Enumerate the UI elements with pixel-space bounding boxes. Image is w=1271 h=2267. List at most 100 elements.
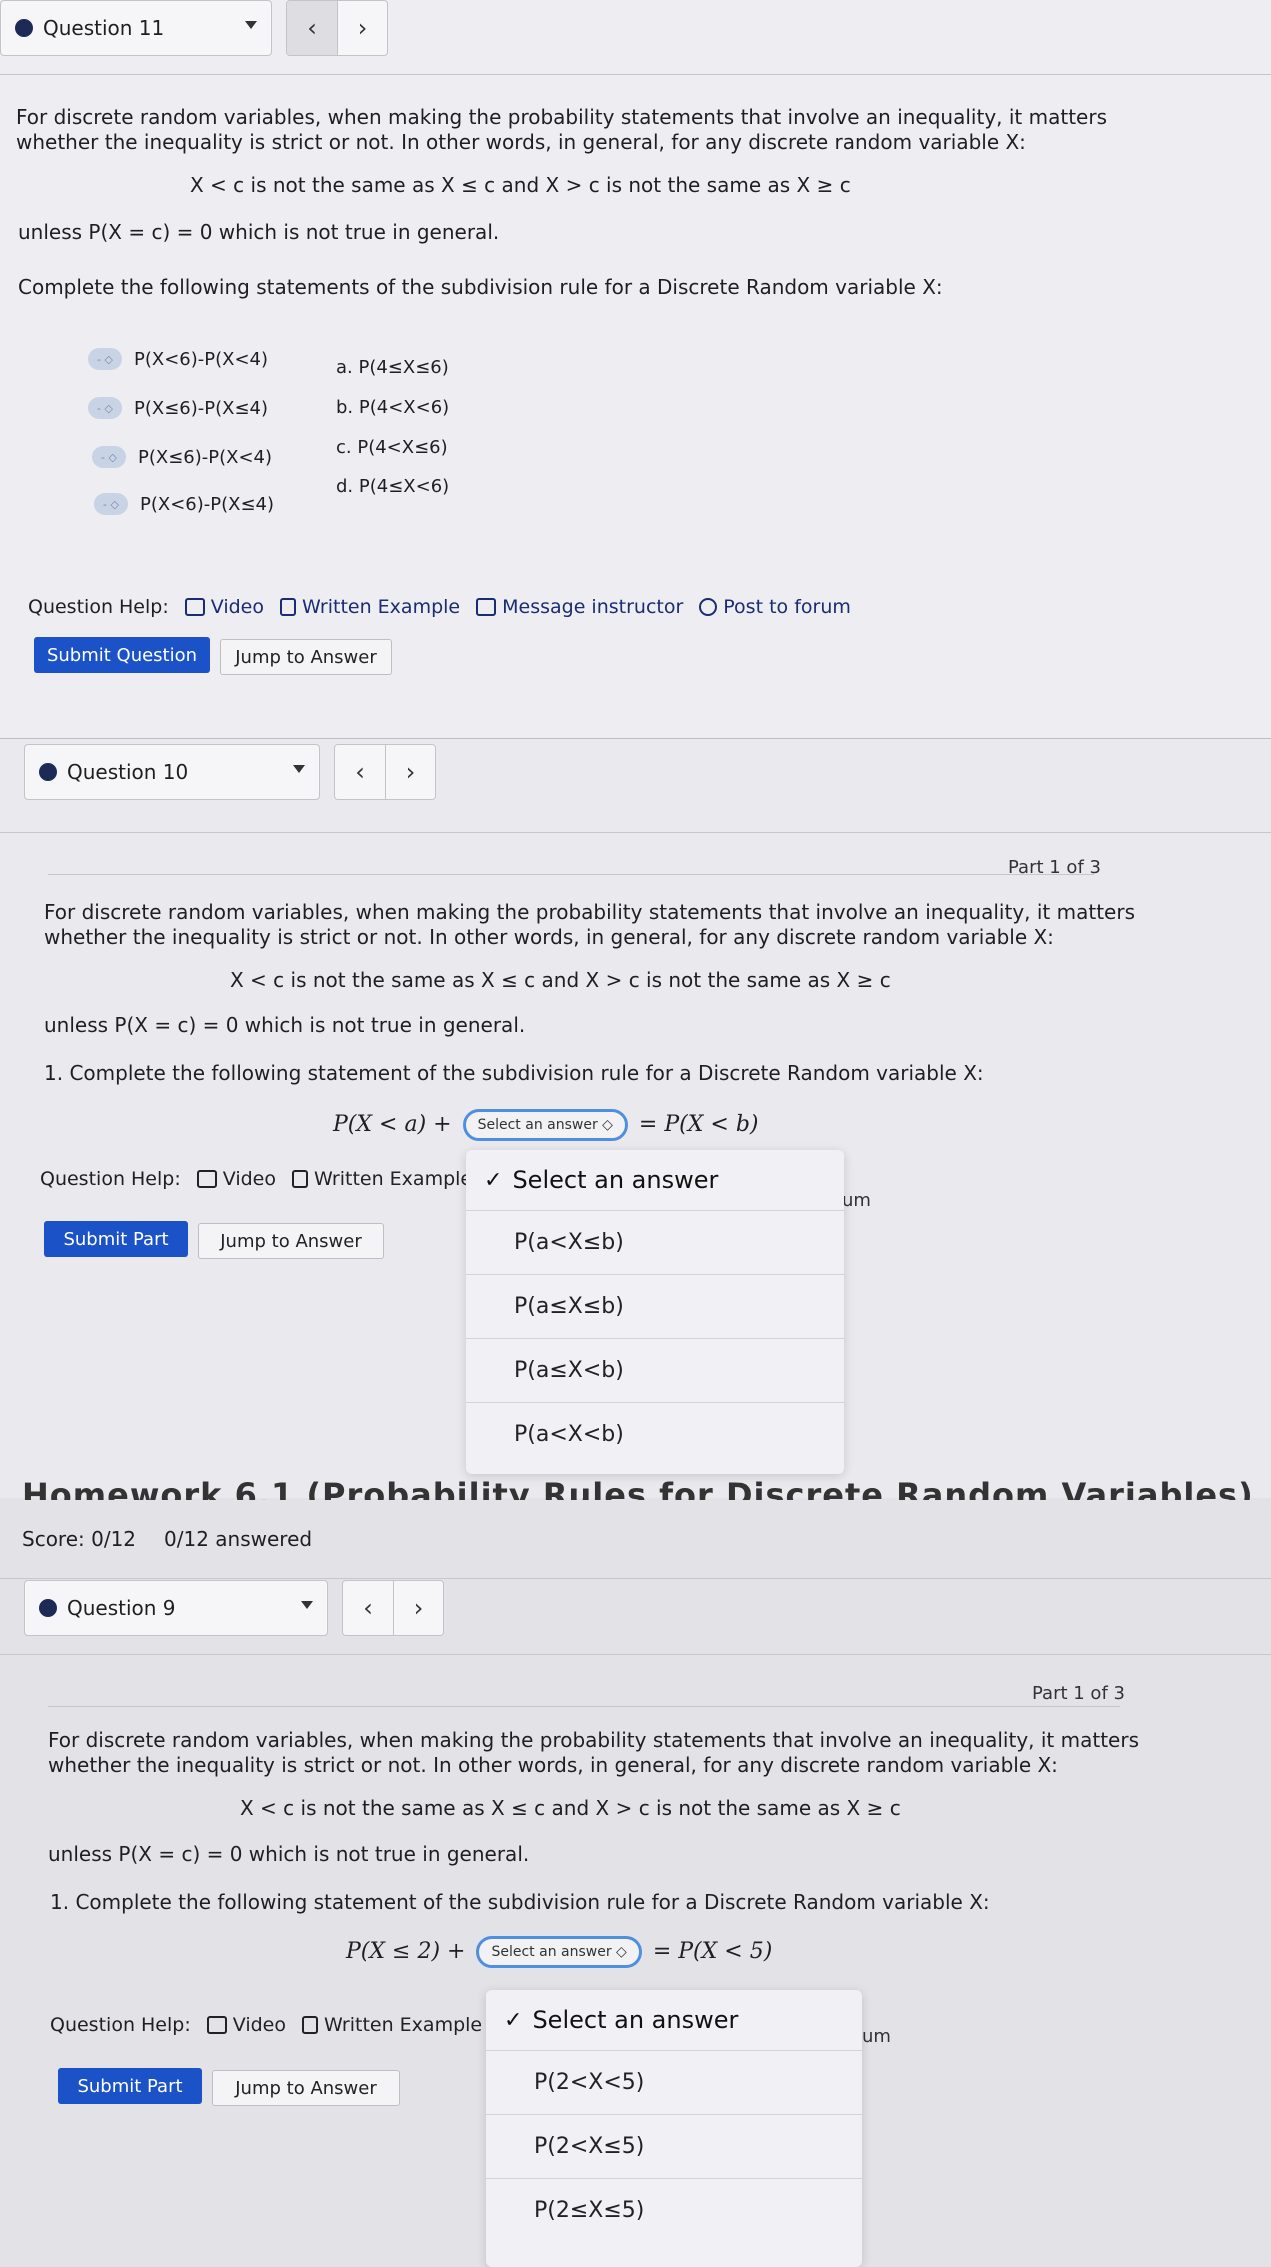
dropdown-option[interactable]: P(2<X<5) bbox=[486, 2050, 862, 2114]
video-icon bbox=[206, 2016, 227, 2034]
submit-part-button[interactable]: Submit Part bbox=[58, 2068, 202, 2104]
video-link[interactable]: Video bbox=[184, 596, 264, 618]
match-select-icon[interactable]: - ◇ bbox=[88, 397, 122, 419]
inequality-statement: X < c is not the same as X ≤ c and X > c… bbox=[240, 1796, 901, 1820]
question-11-panel: Question 11 ‹ › For discrete random vari… bbox=[0, 0, 1271, 738]
mail-icon bbox=[476, 598, 497, 616]
unless-statement: unless P(X = c) = 0 which is not true in… bbox=[48, 1842, 530, 1866]
question-help: Question Help: Video Written Example bbox=[50, 2014, 482, 2036]
question-9-panel: Homework 6.1 (Probability Rules for Disc… bbox=[0, 1476, 1271, 2267]
question-nav: ‹ › bbox=[334, 744, 436, 800]
intro-line-1: For discrete random variables, when maki… bbox=[16, 105, 1107, 129]
written-example-link[interactable]: Written Example bbox=[301, 2014, 482, 2036]
match-select-icon[interactable]: - ◇ bbox=[92, 446, 126, 468]
prev-question-button[interactable]: ‹ bbox=[287, 1, 337, 55]
hidden-forum-text: um bbox=[842, 1190, 871, 1211]
question-nav: ‹ › bbox=[342, 1580, 444, 1636]
next-question-button[interactable]: › bbox=[337, 1, 387, 55]
prev-question-button[interactable]: ‹ bbox=[335, 745, 385, 799]
written-example-link[interactable]: Written Example bbox=[279, 596, 460, 618]
submit-part-button[interactable]: Submit Part bbox=[44, 1221, 188, 1257]
help-label: Question Help: bbox=[50, 2014, 191, 2036]
question-select[interactable]: Question 9 bbox=[24, 1580, 328, 1636]
dropdown-option[interactable]: P(2≤X≤5) bbox=[486, 2178, 862, 2242]
equation-right: = P(X < 5) bbox=[652, 1939, 773, 1964]
post-to-forum-link[interactable]: Post to forum bbox=[699, 596, 851, 618]
question-help: Question Help: Video Written Example Mes… bbox=[28, 596, 851, 618]
next-question-button[interactable]: › bbox=[385, 745, 435, 799]
question-nav: ‹ › bbox=[286, 0, 388, 56]
homework-title: Homework 6.1 (Probability Rules for Disc… bbox=[22, 1476, 1254, 1500]
instructions: Complete the following statements of the… bbox=[18, 275, 943, 299]
answer-select[interactable]: Select an answer ◇ bbox=[476, 1936, 642, 1968]
instructions: 1. Complete the following statement of t… bbox=[44, 1061, 984, 1085]
check-icon: ✓ bbox=[504, 2007, 523, 2033]
dropdown-option[interactable]: P(a≤X<b) bbox=[466, 1338, 844, 1402]
answer-dropdown: ✓ Select an answer P(2<X<5) P(2<X≤5) P(2≤… bbox=[486, 1990, 862, 2267]
caret-down-icon bbox=[293, 765, 305, 773]
chat-icon bbox=[699, 598, 718, 616]
equation-right: = P(X < b) bbox=[638, 1112, 759, 1137]
message-instructor-link[interactable]: Message instructor bbox=[476, 596, 683, 618]
video-link[interactable]: Video bbox=[206, 2014, 286, 2036]
jump-to-answer-button[interactable]: Jump to Answer bbox=[198, 1223, 384, 1259]
question-title: Question 11 bbox=[43, 16, 165, 40]
match-item-2[interactable]: - ◇ P(X≤6)-P(X≤4) bbox=[88, 397, 268, 419]
dropdown-option[interactable]: P(a<X≤b) bbox=[466, 1210, 844, 1274]
dropdown-option[interactable]: P(a<X<b) bbox=[466, 1402, 844, 1466]
match-select-icon[interactable]: - ◇ bbox=[88, 348, 122, 370]
match-item-1[interactable]: - ◇ P(X<6)-P(X<4) bbox=[88, 348, 268, 370]
intro-line-1: For discrete random variables, when maki… bbox=[48, 1728, 1139, 1752]
answer-select[interactable]: Select an answer ◇ bbox=[462, 1109, 628, 1141]
dropdown-option[interactable]: P(2<X≤5) bbox=[486, 2114, 862, 2178]
question-title: Question 10 bbox=[67, 760, 189, 784]
choice-d: d. P(4≤X<6) bbox=[336, 476, 450, 497]
divider bbox=[0, 738, 1271, 739]
status-dot-icon bbox=[15, 19, 33, 37]
answer-dropdown: ✓ Select an answer P(a<X≤b) P(a≤X≤b) P(a≤… bbox=[466, 1150, 844, 1474]
jump-to-answer-button[interactable]: Jump to Answer bbox=[212, 2070, 400, 2106]
part-indicator: Part 1 of 3 bbox=[1008, 857, 1101, 878]
divider bbox=[0, 832, 1271, 833]
divider bbox=[0, 1654, 1271, 1655]
status-dot-icon bbox=[39, 763, 57, 781]
choice-c: c. P(4<X≤6) bbox=[336, 437, 448, 458]
question-title: Question 9 bbox=[67, 1596, 176, 1620]
video-icon bbox=[196, 1170, 217, 1188]
intro-line-2: whether the inequality is strict or not.… bbox=[16, 130, 1026, 154]
unless-statement: unless P(X = c) = 0 which is not true in… bbox=[44, 1013, 526, 1037]
dropdown-selected-item[interactable]: ✓ Select an answer bbox=[466, 1150, 844, 1210]
document-icon bbox=[301, 2016, 318, 2034]
inequality-statement: X < c is not the same as X ≤ c and X > c… bbox=[230, 968, 891, 992]
match-item-3[interactable]: - ◇ P(X≤6)-P(X<4) bbox=[92, 446, 272, 468]
question-select[interactable]: Question 10 bbox=[24, 744, 320, 800]
match-item-label: P(X≤6)-P(X≤4) bbox=[134, 397, 269, 419]
unless-statement: unless P(X = c) = 0 which is not true in… bbox=[18, 220, 500, 244]
document-icon bbox=[291, 1170, 308, 1188]
match-select-icon[interactable]: - ◇ bbox=[94, 493, 128, 515]
question-select[interactable]: Question 11 bbox=[0, 0, 272, 56]
equation: P(X ≤ 2) + Select an answer ◇ = P(X < 5) bbox=[346, 1935, 772, 1969]
dropdown-selected-item[interactable]: ✓ Select an answer bbox=[486, 1990, 862, 2050]
divider bbox=[0, 74, 1271, 75]
prev-question-button[interactable]: ‹ bbox=[343, 1581, 393, 1635]
question-help: Question Help: Video Written Example bbox=[40, 1168, 472, 1190]
caret-down-icon bbox=[301, 1601, 313, 1609]
match-item-label: P(X<6)-P(X<4) bbox=[134, 348, 269, 370]
status-dot-icon bbox=[39, 1599, 57, 1617]
match-item-label: P(X≤6)-P(X<4) bbox=[138, 446, 273, 468]
match-item-label: P(X<6)-P(X≤4) bbox=[140, 493, 275, 515]
match-item-4[interactable]: - ◇ P(X<6)-P(X≤4) bbox=[94, 493, 274, 515]
hidden-forum-text: um bbox=[862, 2026, 891, 2047]
equation-left: P(X < a) + bbox=[333, 1112, 452, 1137]
next-question-button[interactable]: › bbox=[393, 1581, 443, 1635]
video-link[interactable]: Video bbox=[196, 1168, 276, 1190]
equation-left: P(X ≤ 2) + bbox=[346, 1939, 466, 1964]
check-icon: ✓ bbox=[484, 1167, 503, 1193]
dropdown-option[interactable]: P(a≤X≤b) bbox=[466, 1274, 844, 1338]
submit-question-button[interactable]: Submit Question bbox=[34, 637, 210, 673]
jump-to-answer-button[interactable]: Jump to Answer bbox=[220, 639, 392, 675]
choice-a: a. P(4≤X≤6) bbox=[336, 357, 449, 378]
intro-line-2: whether the inequality is strict or not.… bbox=[44, 925, 1054, 949]
written-example-link[interactable]: Written Example bbox=[291, 1168, 472, 1190]
